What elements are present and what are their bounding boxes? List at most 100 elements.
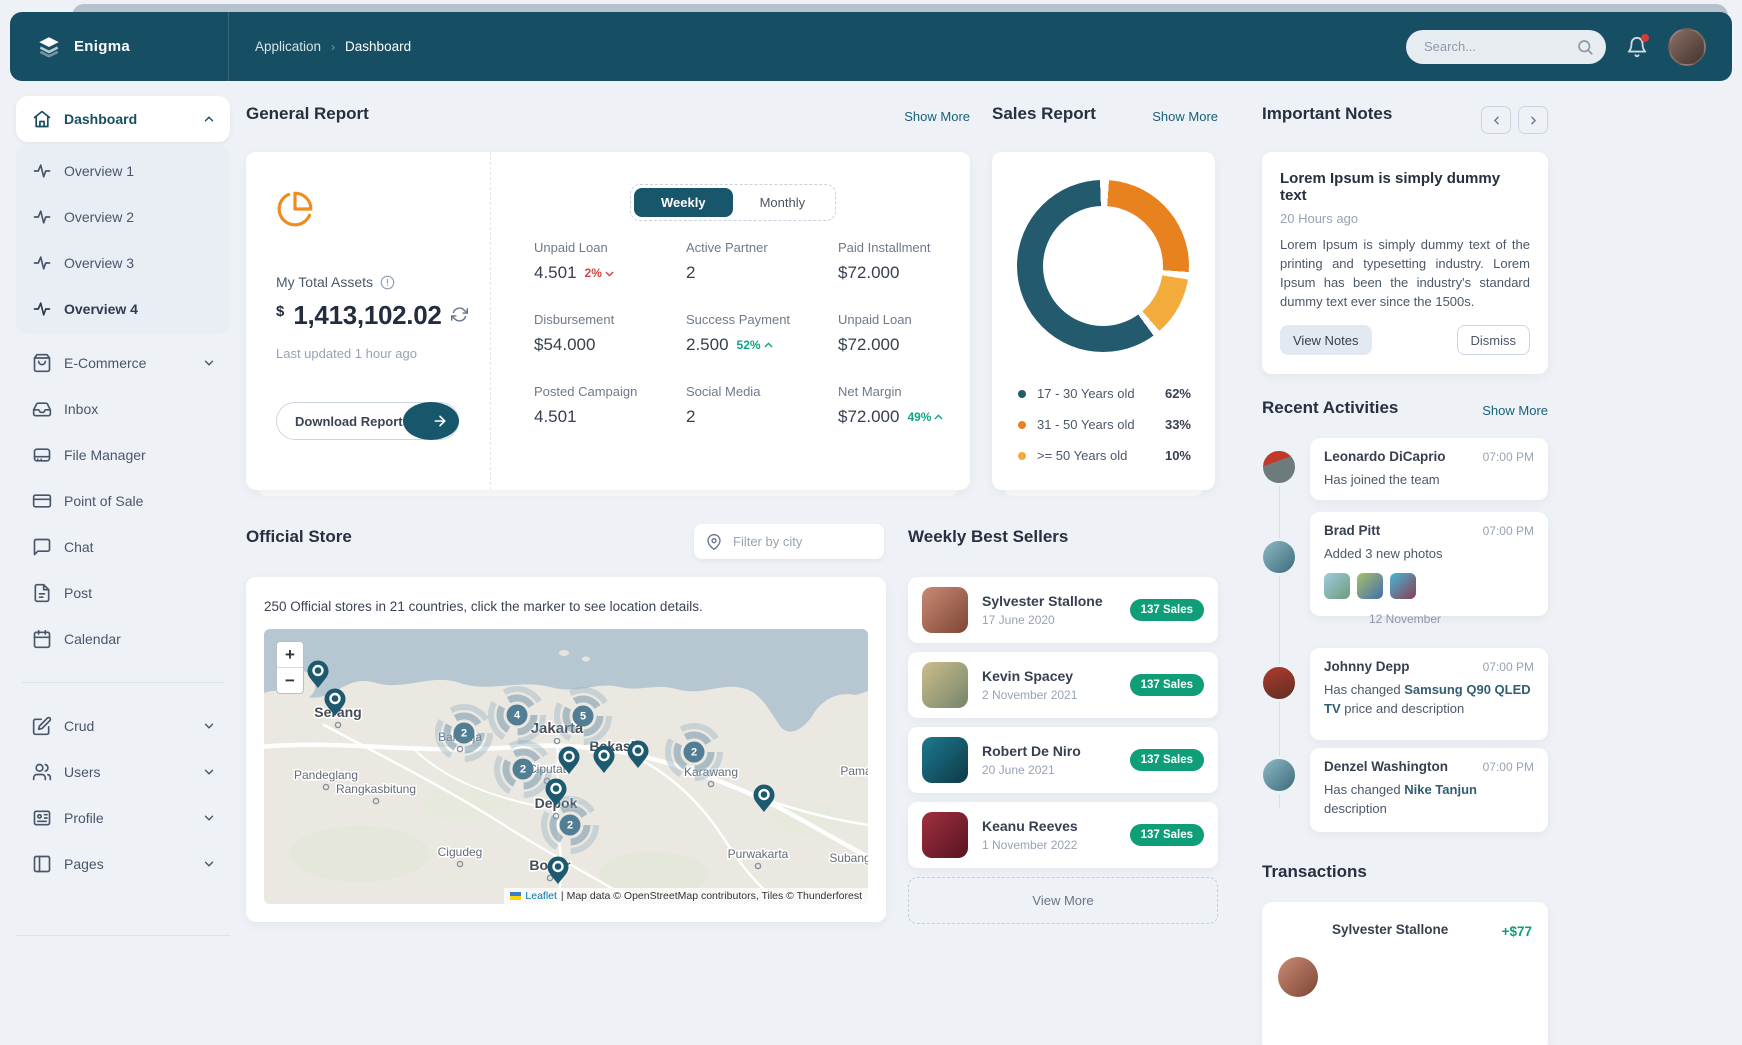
search-input[interactable] <box>1422 38 1566 55</box>
seller-row[interactable]: Robert De Niro20 June 2021 137 Sales <box>908 727 1218 793</box>
sidebar-item-pages[interactable]: Pages <box>16 841 230 887</box>
sidebar-item-label: Overview 3 <box>64 255 134 271</box>
svg-text:4: 4 <box>514 710 521 722</box>
toggle-monthly[interactable]: Monthly <box>733 188 833 217</box>
arrow-right-icon <box>403 402 459 440</box>
chevron-down-icon <box>202 811 216 825</box>
sidebar: Dashboard Overview 1 Overview 2 Overview… <box>16 96 230 887</box>
breadcrumb-application[interactable]: Application <box>255 39 321 54</box>
trend-up-badge: 52% <box>737 338 775 352</box>
filter-by-city-box[interactable] <box>694 524 884 559</box>
map-city-label: Subang <box>829 851 868 865</box>
map-city-label: Rangkasbitung <box>336 782 416 796</box>
sidebar-item-file-manager[interactable]: File Manager <box>16 432 230 478</box>
photo-thumbnail[interactable] <box>1324 573 1350 599</box>
sidebar-item-inbox[interactable]: Inbox <box>16 386 230 432</box>
brand[interactable]: Enigma <box>36 34 228 60</box>
view-notes-button[interactable]: View Notes <box>1280 325 1372 355</box>
notes-prev-button[interactable] <box>1481 106 1511 134</box>
sidebar-item-label: Calendar <box>64 631 121 647</box>
sidebar-item-label: Overview 4 <box>64 301 138 317</box>
general-report-show-more[interactable]: Show More <box>904 109 970 124</box>
section-title: Transactions <box>1262 862 1367 882</box>
search-box[interactable] <box>1406 30 1606 64</box>
seller-row[interactable]: Sylvester Stallone17 June 2020 137 Sales <box>908 577 1218 643</box>
section-title: Recent Activities <box>1262 398 1398 418</box>
dismiss-button[interactable]: Dismiss <box>1457 325 1531 355</box>
sidebar-item-label: Crud <box>64 718 94 734</box>
sidebar-item-crud[interactable]: Crud <box>16 703 230 749</box>
sales-badge: 137 Sales <box>1130 824 1204 846</box>
toggle-weekly[interactable]: Weekly <box>634 188 733 217</box>
view-more-button[interactable]: View More <box>908 877 1218 924</box>
seller-row[interactable]: Keanu Reeves1 November 2022 137 Sales <box>908 802 1218 868</box>
zoom-in-button[interactable]: + <box>277 642 303 667</box>
user-avatar[interactable] <box>1668 28 1706 66</box>
sales-report-card: 17 - 30 Years old 62% 31 - 50 Years old … <box>992 152 1215 490</box>
sidebar-item-profile[interactable]: Profile <box>16 795 230 841</box>
refresh-icon[interactable] <box>451 306 468 323</box>
sidebar-item-chat[interactable]: Chat <box>16 524 230 570</box>
notification-dot <box>1641 34 1649 42</box>
topbar-divider <box>228 12 229 81</box>
leaflet-link[interactable]: Leaflet <box>525 890 557 902</box>
activity-item[interactable]: Leonardo DiCaprio07:00 PM Has joined the… <box>1310 438 1548 500</box>
sidebar-item-overview-2[interactable]: Overview 2 <box>16 194 230 240</box>
sidebar-item-post[interactable]: Post <box>16 570 230 616</box>
dashboard-submenu: Overview 1 Overview 2 Overview 3 Overvie… <box>16 146 230 334</box>
map-zoom-control: + − <box>276 641 304 694</box>
sales-report-show-more[interactable]: Show More <box>1152 109 1218 124</box>
avatar <box>922 737 968 783</box>
sidebar-item-dashboard[interactable]: Dashboard <box>16 96 230 142</box>
sidebar-item-label: Post <box>64 585 92 601</box>
info-icon[interactable] <box>380 275 395 290</box>
sidebar-divider <box>22 682 224 683</box>
section-title: General Report <box>246 104 369 124</box>
activity-item[interactable]: Johnny Depp07:00 PM Has changed Samsung … <box>1310 648 1548 740</box>
zoom-out-button[interactable]: − <box>277 667 303 693</box>
sidebar-item-label: File Manager <box>64 447 146 463</box>
filter-city-input[interactable] <box>731 533 865 550</box>
avatar <box>922 812 968 858</box>
stats-grid: Unpaid Loan 4.501 2% Active Partner 2 Pa… <box>534 240 988 456</box>
sidebar-item-overview-3[interactable]: Overview 3 <box>16 240 230 286</box>
hard-drive-icon <box>32 445 52 465</box>
sidebar-item-label: Chat <box>64 539 94 555</box>
photo-thumbnail[interactable] <box>1357 573 1383 599</box>
sidebar-item-overview-1[interactable]: Overview 1 <box>16 148 230 194</box>
notes-next-button[interactable] <box>1518 106 1548 134</box>
sidebar-item-point-of-sale[interactable]: Point of Sale <box>16 478 230 524</box>
chevron-up-icon <box>202 112 216 126</box>
store-map[interactable]: SerangPandeglangRangkasbitungBalarajaJak… <box>264 629 868 904</box>
map-city-label: Purwakarta <box>728 847 789 861</box>
recent-activities-header: Recent Activities Show More <box>1262 398 1548 418</box>
calendar-icon <box>32 629 52 649</box>
stat-unpaid-loan-2: Unpaid Loan $72.000 <box>838 312 988 384</box>
seller-row[interactable]: Kevin Spacey2 November 2021 137 Sales <box>908 652 1218 718</box>
notifications-button[interactable] <box>1626 36 1648 58</box>
activity-item[interactable]: Brad Pitt07:00 PM Added 3 new photos <box>1310 512 1548 616</box>
legend-dot <box>1018 452 1026 460</box>
sidebar-item-calendar[interactable]: Calendar <box>16 616 230 662</box>
stat-paid-installment: Paid Installment $72.000 <box>838 240 988 312</box>
age-donut-chart <box>1017 180 1189 352</box>
transaction-row[interactable]: Sylvester Stallone +$77 <box>1262 902 1548 1045</box>
home-icon <box>32 109 52 129</box>
legend-item: 31 - 50 Years old 33% <box>1018 409 1191 440</box>
activities-show-more[interactable]: Show More <box>1482 403 1548 418</box>
photo-thumbnail[interactable] <box>1390 573 1416 599</box>
download-reports-button[interactable]: Download Reports <box>276 402 459 440</box>
photo-thumbnails <box>1324 573 1534 599</box>
note-title: Lorem Ipsum is simply dummy text <box>1280 170 1530 204</box>
map-pin-icon <box>706 534 722 550</box>
sidebar-item-users[interactable]: Users <box>16 749 230 795</box>
layout-icon <box>32 854 52 874</box>
breadcrumb-dashboard[interactable]: Dashboard <box>345 39 411 54</box>
sidebar-item-overview-4[interactable]: Overview 4 <box>16 286 230 332</box>
timeline-line <box>1279 448 1280 808</box>
stat-active-partner: Active Partner 2 <box>686 240 838 312</box>
map-attribution: Leaflet | Map data © OpenStreetMap contr… <box>504 888 868 904</box>
best-sellers-header: Weekly Best Sellers <box>908 527 1218 547</box>
sidebar-item-ecommerce[interactable]: E-Commerce <box>16 340 230 386</box>
activity-item[interactable]: Denzel Washington07:00 PM Has changed Ni… <box>1310 748 1548 832</box>
